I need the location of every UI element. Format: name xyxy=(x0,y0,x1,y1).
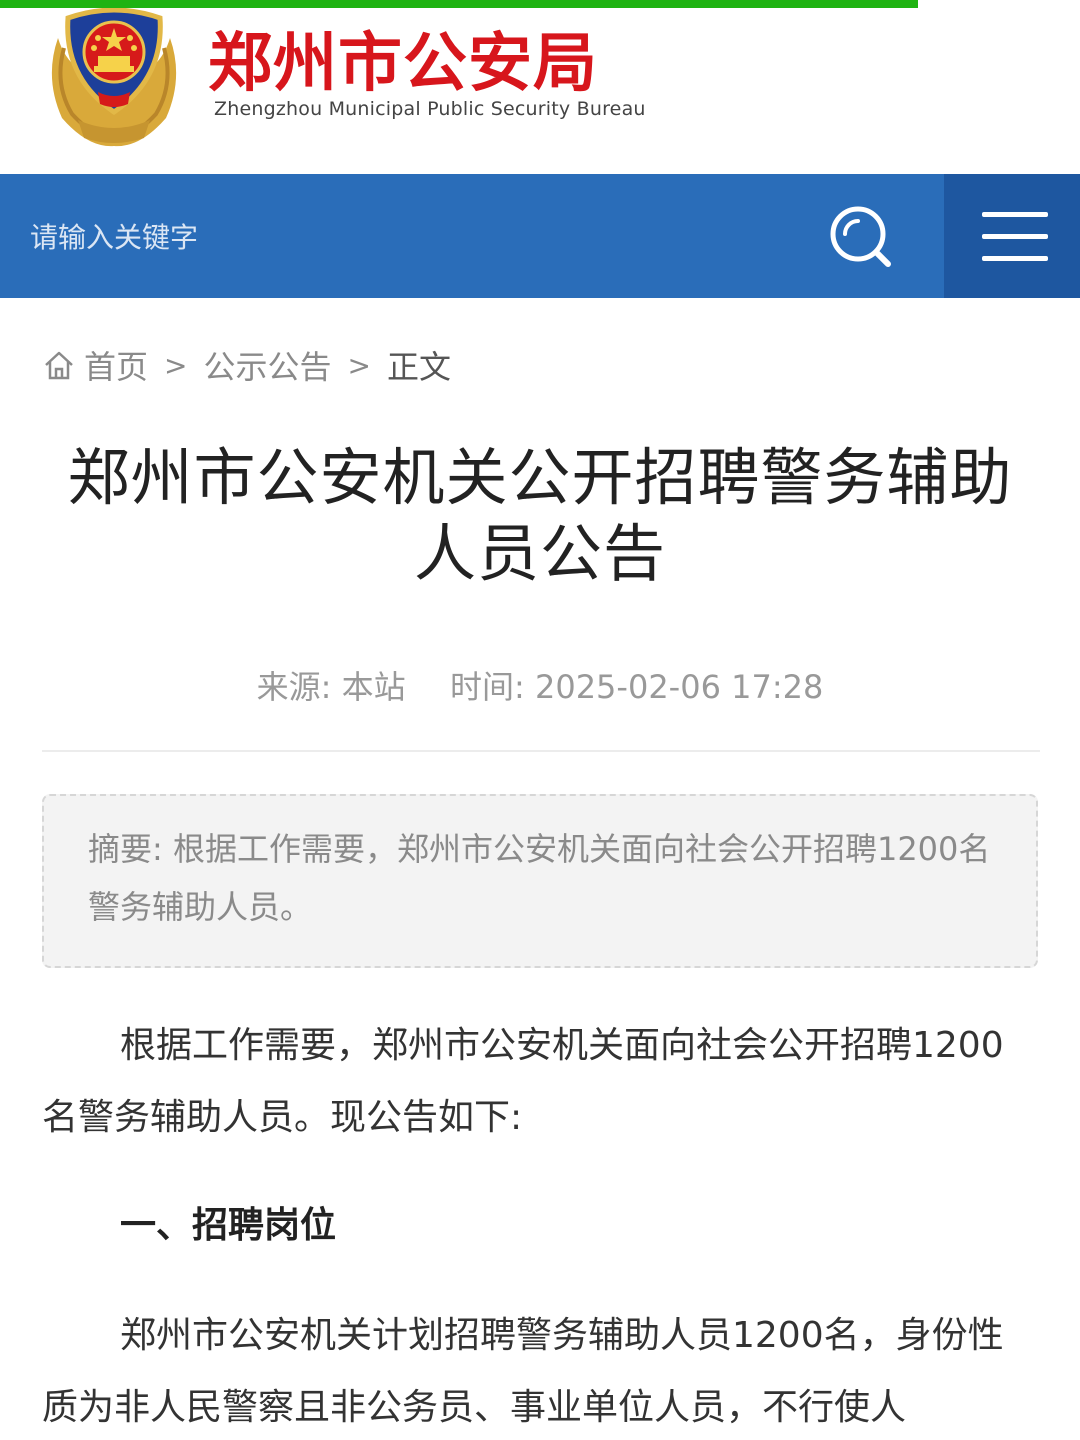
section-heading: 一、招聘岗位 xyxy=(120,1205,337,1246)
time-value: 2025-02-06 17:28 xyxy=(534,668,824,706)
police-emblem-icon[interactable] xyxy=(38,8,190,150)
site-subtitle: Zhengzhou Municipal Public Security Bure… xyxy=(214,98,646,120)
article-paragraph: 郑州市公安机关计划招聘警务辅助人员1200名，身份性质为非人民警察且非公务员、事… xyxy=(42,1315,1004,1428)
summary-text: 摘要: 根据工作需要，郑州市公安机关面向社会公开招聘1200名警务辅助人员。 xyxy=(88,830,991,926)
breadcrumb-current: 正文 xyxy=(386,348,451,386)
search-input[interactable] xyxy=(28,206,792,268)
time-label: 时间: xyxy=(450,668,525,706)
article-paragraph: 根据工作需要，郑州市公安机关面向社会公开招聘1200名警务辅助人员。现公告如下: xyxy=(42,1025,1004,1138)
breadcrumb-notices-link[interactable]: 公示公告 xyxy=(203,342,331,388)
source-label: 来源: xyxy=(256,668,332,706)
loading-progress-fill xyxy=(0,0,918,8)
page: 郑州市公安局 Zhengzhou Municipal Public Securi… xyxy=(0,0,1080,1440)
source-value: 本站 xyxy=(341,668,406,706)
divider xyxy=(42,750,1040,752)
hamburger-menu-button[interactable] xyxy=(944,174,1080,298)
loading-progress-bar xyxy=(0,0,1080,8)
search-icon xyxy=(830,206,891,267)
article-title: 郑州市公安机关公开招聘警务辅助人员公告 xyxy=(67,441,1013,590)
breadcrumb: 首页 > 公示公告 > 正文 xyxy=(42,340,451,390)
search-bar xyxy=(0,174,1080,298)
summary-box: 摘要: 根据工作需要，郑州市公安机关面向社会公开招聘1200名警务辅助人员。 xyxy=(42,794,1038,968)
breadcrumb-separator: > xyxy=(164,348,188,382)
breadcrumb-home-link[interactable]: 首页 xyxy=(84,342,148,388)
search-button[interactable] xyxy=(820,196,904,280)
article-meta: 来源: 本站 时间: 2025-02-06 17:28 xyxy=(0,662,1080,708)
breadcrumb-separator: > xyxy=(347,348,371,382)
site-header: 郑州市公安局 Zhengzhou Municipal Public Securi… xyxy=(0,8,1080,174)
site-title[interactable]: 郑州市公安局 xyxy=(208,28,598,100)
home-icon[interactable] xyxy=(42,348,76,382)
